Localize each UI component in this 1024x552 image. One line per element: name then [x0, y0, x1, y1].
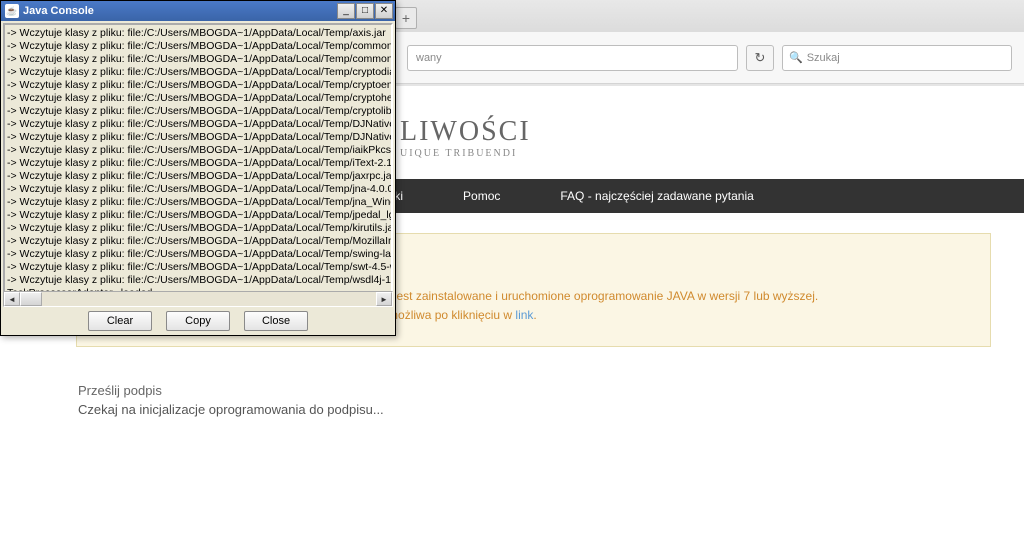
java-icon: ☕: [5, 4, 19, 18]
submit-title: Prześlij podpis: [78, 383, 964, 398]
submit-status: Czekaj na inicjalizacje oprogramowania d…: [78, 402, 964, 417]
site-subtitle: UIQUE TRIBUENDI: [400, 148, 1024, 159]
java-console-window: ☕ Java Console _ □ ✕ -> Wczytuje klasy z…: [0, 0, 396, 336]
java-console-log[interactable]: -> Wczytuje klasy z pliku: file:/C:/User…: [5, 25, 391, 303]
search-icon: 🔍: [789, 51, 803, 64]
close-button[interactable]: Close: [244, 311, 308, 331]
search-input[interactable]: 🔍 Szukaj: [782, 45, 1012, 71]
reload-button[interactable]: ↻: [746, 45, 774, 71]
notice-link[interactable]: link: [515, 308, 533, 322]
java-console-titlebar[interactable]: ☕ Java Console _ □ ✕: [1, 1, 395, 21]
site-title: LIWOŚCI: [400, 116, 1024, 148]
window-close-button[interactable]: ✕: [375, 3, 393, 19]
new-tab-button[interactable]: +: [395, 7, 417, 29]
window-max-button[interactable]: □: [356, 3, 374, 19]
url-bar[interactable]: wany: [407, 45, 738, 71]
reload-icon: ↻: [755, 50, 766, 66]
scroll-left-button[interactable]: ◄: [4, 292, 20, 306]
java-console-title: Java Console: [23, 5, 94, 17]
notice-line2-post: .: [533, 308, 536, 322]
window-min-button[interactable]: _: [337, 3, 355, 19]
scroll-track[interactable]: [20, 292, 376, 306]
url-text: wany: [416, 52, 442, 64]
nav-item-2[interactable]: FAQ - najczęściej zadawane pytania: [530, 179, 783, 213]
search-placeholder: Szukaj: [807, 52, 840, 64]
scroll-thumb[interactable]: [20, 292, 42, 306]
clear-button[interactable]: Clear: [88, 311, 152, 331]
scroll-right-button[interactable]: ►: [376, 292, 392, 306]
nav-item-1[interactable]: Pomoc: [433, 179, 530, 213]
java-console-body: -> Wczytuje klasy z pliku: file:/C:/User…: [3, 23, 393, 305]
hscrollbar[interactable]: ◄ ►: [3, 291, 393, 307]
copy-button[interactable]: Copy: [166, 311, 230, 331]
